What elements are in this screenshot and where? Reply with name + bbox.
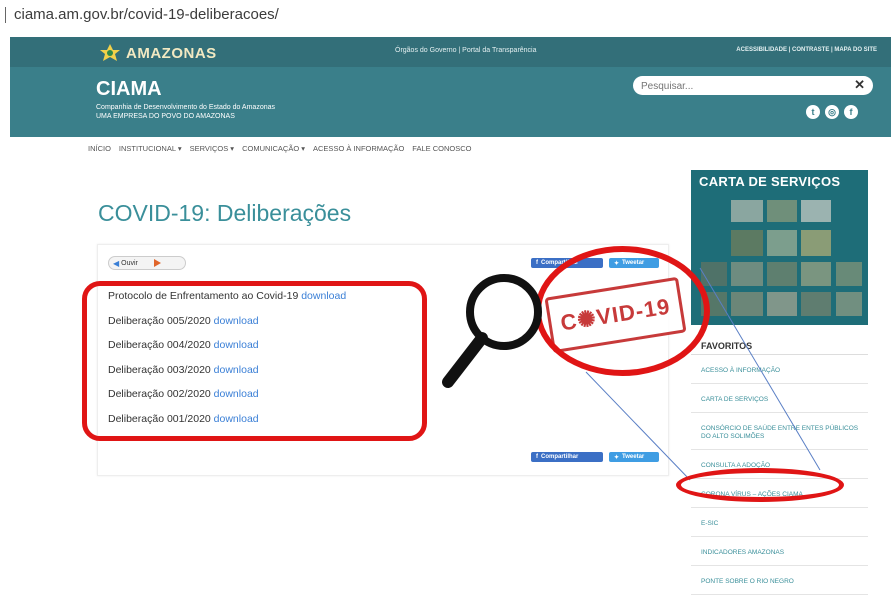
connector-line <box>699 267 821 471</box>
highlight-ring-documents <box>82 281 427 441</box>
magnifier-icon <box>442 274 542 388</box>
highlight-ring-stamp <box>535 246 710 376</box>
favorite-link[interactable]: PONTE SOBRE O RIO NEGRO <box>691 566 868 595</box>
highlight-ring-corona-link <box>676 468 844 502</box>
connector-line <box>585 371 691 481</box>
